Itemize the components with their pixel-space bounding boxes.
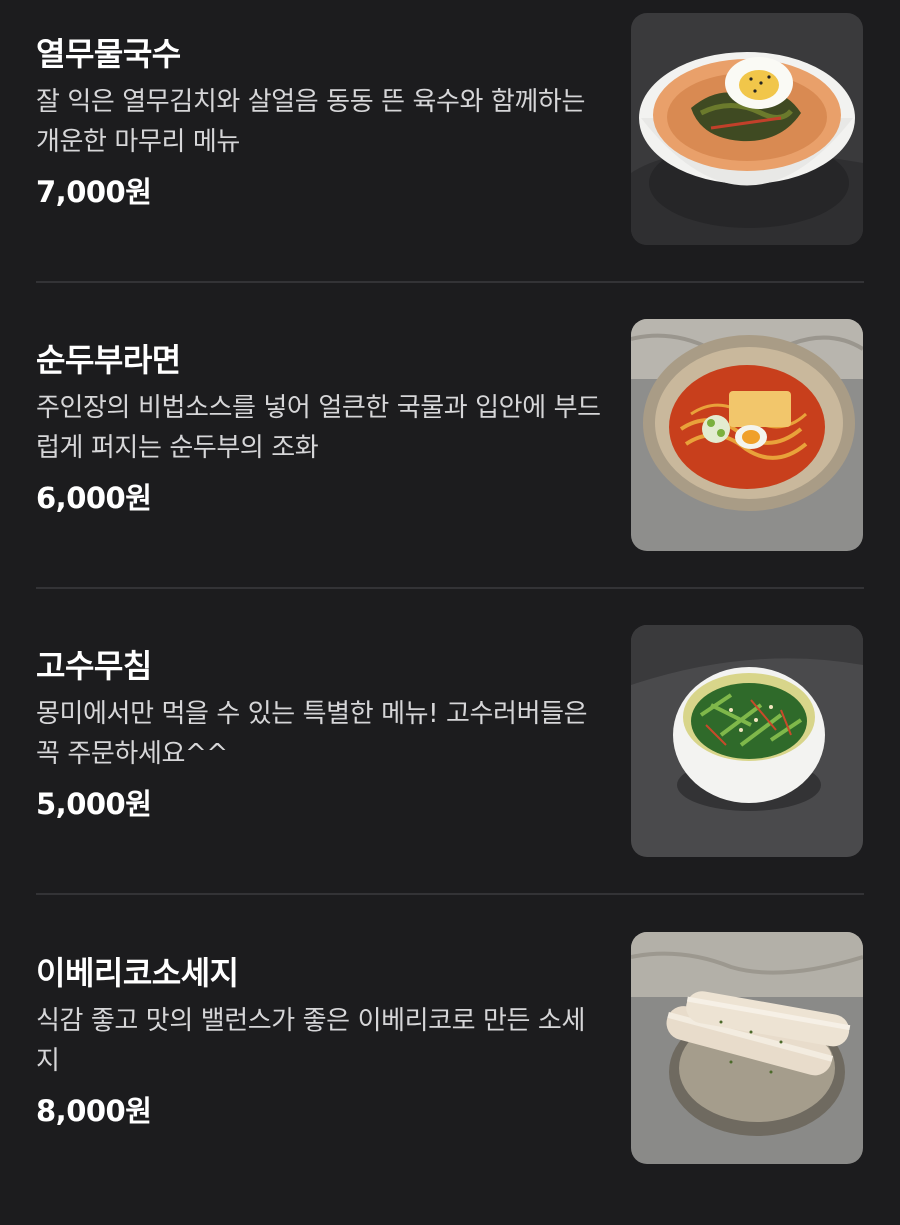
menu-item-name: 순두부라면 <box>36 341 181 379</box>
tofu-ramen-image <box>631 319 863 551</box>
iberico-sausage-photo[interactable] <box>631 932 863 1164</box>
menu-item-price: 6,000원 <box>36 481 152 515</box>
coriander-salad-photo[interactable] <box>631 625 863 857</box>
menu-item-yeolmu-noodle[interactable]: 열무물국수 잘 익은 열무김치와 살얼음 동동 뜬 육수와 함께하는 개운한 마… <box>0 0 900 306</box>
menu-item-name: 열무물국수 <box>36 35 181 73</box>
menu-item-tofu-ramen[interactable]: 순두부라면 주인장의 비법소스를 넣어 얼큰한 국물과 입안에 부드럽게 퍼지는… <box>0 306 900 612</box>
coriander-salad-image <box>631 625 863 857</box>
divider <box>36 281 864 283</box>
menu-item-price: 5,000원 <box>36 787 152 821</box>
menu-item-coriander-salad[interactable]: 고수무침 몽미에서만 먹을 수 있는 특별한 메뉴! 고수러버들은 꼭 주문하세… <box>0 612 900 918</box>
menu-item-text: 고수무침 몽미에서만 먹을 수 있는 특별한 메뉴! 고수러버들은 꼭 주문하세… <box>36 644 606 824</box>
tofu-ramen-photo[interactable] <box>631 319 863 551</box>
menu-item-iberico-sausage[interactable]: 이베리코소세지 식감 좋고 맛의 밸런스가 좋은 이베리코로 만든 소세지 8,… <box>0 919 900 1225</box>
menu-item-text: 이베리코소세지 식감 좋고 맛의 밸런스가 좋은 이베리코로 만든 소세지 8,… <box>36 951 606 1131</box>
divider <box>36 587 864 589</box>
menu-item-description: 몽미에서만 먹을 수 있는 특별한 메뉴! 고수러버들은 꼭 주문하세요^^ <box>36 699 588 769</box>
menu-item-description: 잘 익은 열무김치와 살얼음 동동 뜬 육수와 함께하는 개운한 마무리 메뉴 <box>36 87 585 157</box>
yeolmu-noodle-photo[interactable] <box>631 13 863 245</box>
menu-item-name: 고수무침 <box>36 647 152 685</box>
menu-item-description: 주인장의 비법소스를 넣어 얼큰한 국물과 입안에 부드럽게 퍼지는 순두부의 … <box>36 393 601 463</box>
menu-list: 열무물국수 잘 익은 열무김치와 살얼음 동동 뜬 육수와 함께하는 개운한 마… <box>0 0 900 1201</box>
menu-item-name: 이베리코소세지 <box>36 954 239 992</box>
divider <box>36 893 864 895</box>
menu-item-price: 7,000원 <box>36 175 152 209</box>
yeolmu-noodle-image <box>631 13 863 245</box>
iberico-sausage-image <box>631 932 863 1164</box>
menu-item-text: 순두부라면 주인장의 비법소스를 넣어 얼큰한 국물과 입안에 부드럽게 퍼지는… <box>36 338 606 518</box>
menu-item-text: 열무물국수 잘 익은 열무김치와 살얼음 동동 뜬 육수와 함께하는 개운한 마… <box>36 32 606 212</box>
menu-item-price: 8,000원 <box>36 1094 152 1128</box>
menu-item-description: 식감 좋고 맛의 밸런스가 좋은 이베리코로 만든 소세지 <box>36 1006 585 1076</box>
